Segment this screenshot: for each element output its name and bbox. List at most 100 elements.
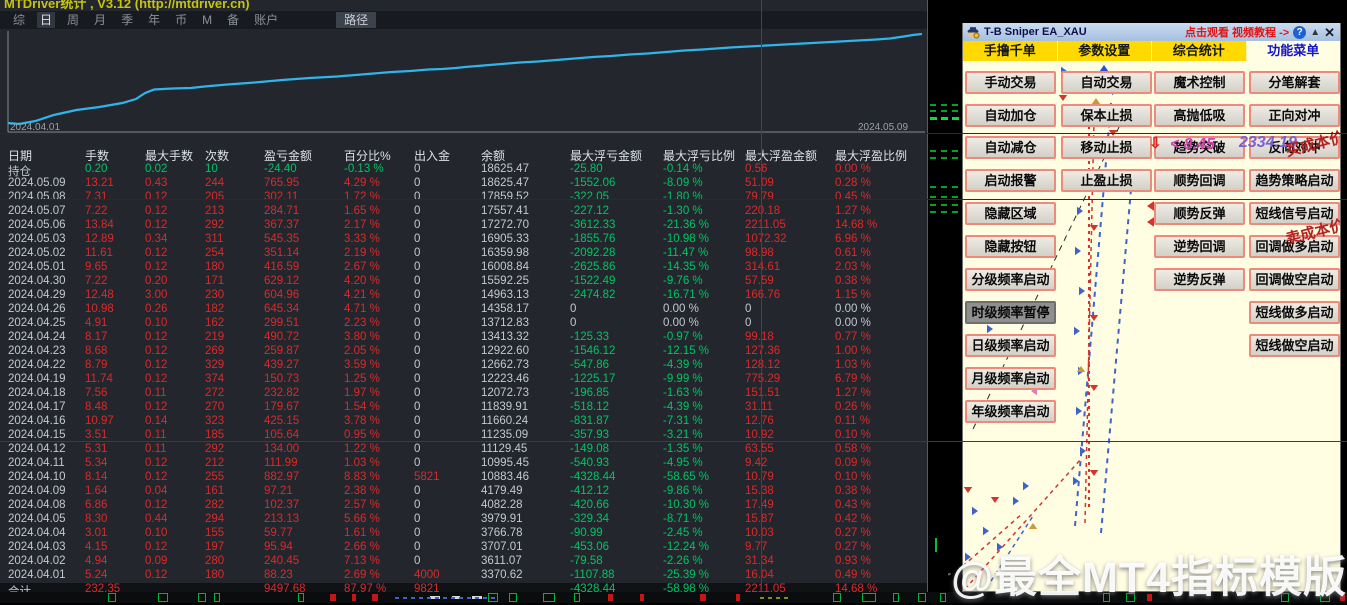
table-row[interactable]: 持仓0.200.0210-24.40-0.13 %018625.47-25.80… xyxy=(0,163,928,177)
ea-button-r1c3[interactable]: 魔术控制 xyxy=(1154,71,1245,94)
candle-mark xyxy=(543,593,555,602)
table-cell: -7.31 % xyxy=(663,415,703,427)
menu-item-月[interactable]: 月 xyxy=(91,12,109,28)
table-row[interactable]: 2024.05.0211.610.12254351.142.19 %016359… xyxy=(0,247,928,261)
table-row[interactable]: 2024.04.228.790.12329439.273.59 %012662.… xyxy=(0,359,928,373)
ea-tab-2[interactable]: 参数设置 xyxy=(1058,41,1153,61)
table-cell: 15.87 xyxy=(745,513,774,525)
table-cell: 0 xyxy=(414,527,420,539)
ea-button-r5c1[interactable]: 隐藏区域 xyxy=(965,202,1056,225)
table-cell: 2.57 % xyxy=(344,499,380,511)
ea-button-r2c4[interactable]: 正向对冲 xyxy=(1249,104,1340,127)
table-cell: 1.72 % xyxy=(344,191,380,203)
table-row[interactable]: 2024.05.077.220.12213284.711.65 %017557.… xyxy=(0,205,928,219)
table-row[interactable]: 2024.04.125.310.11292134.001.22 %011129.… xyxy=(0,443,928,457)
close-icon[interactable]: ✕ xyxy=(1324,26,1335,39)
minimize-icon[interactable]: ▲ xyxy=(1310,26,1320,39)
ea-button-r7c3[interactable]: 逆势反弹 xyxy=(1154,268,1245,291)
ea-button-r3c1[interactable]: 自动减仓 xyxy=(965,136,1056,159)
table-row[interactable]: 2024.05.0913.210.43244765.954.29 %018625… xyxy=(0,177,928,191)
table-row[interactable]: 2024.04.1911.740.12374150.731.25 %012223… xyxy=(0,373,928,387)
ea-button-r2c3[interactable]: 高抛低吸 xyxy=(1154,104,1245,127)
stats-window: MTDriver统计 , V3.12 (http://mtdriver.cn) … xyxy=(0,0,928,603)
ea-button-r3c2[interactable]: 移动止损 xyxy=(1061,136,1152,159)
table-row[interactable]: 2024.04.2912.483.00230604.964.21 %014963… xyxy=(0,289,928,303)
ea-tab-3[interactable]: 综合统计 xyxy=(1152,41,1247,61)
ea-button-r4c4[interactable]: 趋势策略启动 xyxy=(1249,169,1340,192)
menu-item-季[interactable]: 季 xyxy=(118,12,136,28)
table-cell: 0.12 xyxy=(145,373,167,385)
table-row[interactable]: 2024.04.034.150.1219795.942.66 %03707.01… xyxy=(0,541,928,555)
ea-button-r10c1[interactable]: 月级频率启动 xyxy=(965,367,1056,390)
table-row[interactable]: 2024.05.0312.890.34311545.353.33 %016905… xyxy=(0,233,928,247)
table-cell: 15592.25 xyxy=(481,275,529,287)
menu-item-账户[interactable]: 账户 xyxy=(251,12,281,28)
table-cell: 0 xyxy=(414,205,420,217)
ea-tab-1[interactable]: 手撸千单 xyxy=(963,41,1058,61)
help-icon[interactable]: ? xyxy=(1293,26,1306,39)
table-cell: 0.11 xyxy=(145,387,167,399)
table-row[interactable]: 2024.04.254.910.10162299.512.23 %013712.… xyxy=(0,317,928,331)
table-cell: 425.15 xyxy=(264,415,299,427)
table-cell: 2.67 % xyxy=(344,261,380,273)
table-row[interactable]: 2024.04.086.860.12282102.372.57 %04082.2… xyxy=(0,499,928,513)
table-row[interactable]: 2024.04.024.940.09280240.457.13 %03611.0… xyxy=(0,555,928,569)
table-row[interactable]: 2024.04.307.220.20171629.124.20 %015592.… xyxy=(0,275,928,289)
table-cell: 0 xyxy=(414,415,420,427)
ea-button-r8c1[interactable]: 时级频率暂停 xyxy=(965,301,1056,324)
stats-table: 日期手数最大手数次数盈亏金额百分比%出入金余额最大浮亏金额最大浮亏比例最大浮盈金… xyxy=(0,145,928,592)
table-cell: 0.09 % xyxy=(835,457,871,469)
table-row[interactable]: 2024.04.187.560.11272232.821.97 %012072.… xyxy=(0,387,928,401)
table-row[interactable]: 2024.04.1610.970.14323425.153.78 %011660… xyxy=(0,415,928,429)
table-cell: -79.58 xyxy=(570,555,603,567)
ea-button-r7c4[interactable]: 回调做空启动 xyxy=(1249,268,1340,291)
ea-button-r1c2[interactable]: 自动交易 xyxy=(1061,71,1152,94)
table-cell: 17272.70 xyxy=(481,219,529,231)
ea-button-r5c3[interactable]: 顺势反弹 xyxy=(1154,202,1245,225)
ea-button-r8c4[interactable]: 短线做多启动 xyxy=(1249,301,1340,324)
table-row[interactable]: 2024.05.087.310.12205302.111.72 %017859.… xyxy=(0,191,928,205)
menu-item-M[interactable]: M xyxy=(199,12,215,28)
menu-item-币[interactable]: 币 xyxy=(172,12,190,28)
ea-button-r1c4[interactable]: 分笔解套 xyxy=(1249,71,1340,94)
ea-button-r6c1[interactable]: 隐藏按钮 xyxy=(965,235,1056,258)
table-row[interactable]: 2024.04.2610.980.26182645.344.71 %014358… xyxy=(0,303,928,317)
table-cell: -1.35 % xyxy=(663,443,703,455)
ea-button-r4c1[interactable]: 启动报警 xyxy=(965,169,1056,192)
ea-button-r4c2[interactable]: 止盈止损 xyxy=(1061,169,1152,192)
menu-item-备[interactable]: 备 xyxy=(224,12,242,28)
ea-button-r2c2[interactable]: 保本止损 xyxy=(1061,104,1152,127)
table-row[interactable]: 2024.04.043.010.1015559.771.61 %03766.78… xyxy=(0,527,928,541)
table-row[interactable]: 2024.04.248.170.12219490.723.80 %013413.… xyxy=(0,331,928,345)
menu-item-周[interactable]: 周 xyxy=(64,12,82,28)
ea-button-r11c1[interactable]: 年级频率启动 xyxy=(965,400,1056,423)
table-row[interactable]: 2024.04.178.480.12270179.671.54 %011839.… xyxy=(0,401,928,415)
table-row[interactable]: 2024.05.0613.840.12292367.372.17 %017272… xyxy=(0,219,928,233)
table-row[interactable]: 2024.04.115.340.12212111.991.03 %010995.… xyxy=(0,457,928,471)
video-tutorial-link[interactable]: 点击观看 视频教程 -> xyxy=(1185,24,1289,40)
table-row[interactable]: 2024.05.019.650.12180416.592.67 %016008.… xyxy=(0,261,928,275)
ea-tab-4[interactable]: 功能菜单 xyxy=(1247,41,1341,61)
ea-button-r2c1[interactable]: 自动加仓 xyxy=(965,104,1056,127)
ea-button-r6c3[interactable]: 逆势回调 xyxy=(1154,235,1245,258)
table-cell: 255 xyxy=(205,471,224,483)
table-cell: 2024.04.10 xyxy=(8,471,66,483)
table-row[interactable]: 2024.04.015.240.1218088.232.69 %40003370… xyxy=(0,569,928,583)
ea-button-r1c1[interactable]: 手动交易 xyxy=(965,71,1056,94)
table-row[interactable]: 2024.04.108.140.12255882.978.83 %5821108… xyxy=(0,471,928,485)
menu-item-综[interactable]: 综 xyxy=(10,12,28,28)
table-cell: 0.11 % xyxy=(835,415,870,427)
ea-button-r7c1[interactable]: 分级频率启动 xyxy=(965,268,1056,291)
table-cell: 2024.04.09 xyxy=(8,485,66,497)
ea-button-r4c3[interactable]: 顺势回调 xyxy=(1154,169,1245,192)
menu-item-日[interactable]: 日 xyxy=(37,12,55,28)
table-row[interactable]: 2024.04.091.640.0416197.212.38 %04179.49… xyxy=(0,485,928,499)
table-cell: 4.20 % xyxy=(344,275,380,287)
table-row[interactable]: 2024.04.238.680.12269259.872.05 %012922.… xyxy=(0,345,928,359)
ea-button-r9c4[interactable]: 短线做空启动 xyxy=(1249,334,1340,357)
column-header: 最大浮亏金额 xyxy=(570,147,642,164)
menu-item-年[interactable]: 年 xyxy=(145,12,163,28)
path-button[interactable]: 路径 xyxy=(336,12,376,28)
table-row[interactable]: 2024.04.058.300.44294213.135.66 %03979.9… xyxy=(0,513,928,527)
ea-button-r9c1[interactable]: 日级频率启动 xyxy=(965,334,1056,357)
